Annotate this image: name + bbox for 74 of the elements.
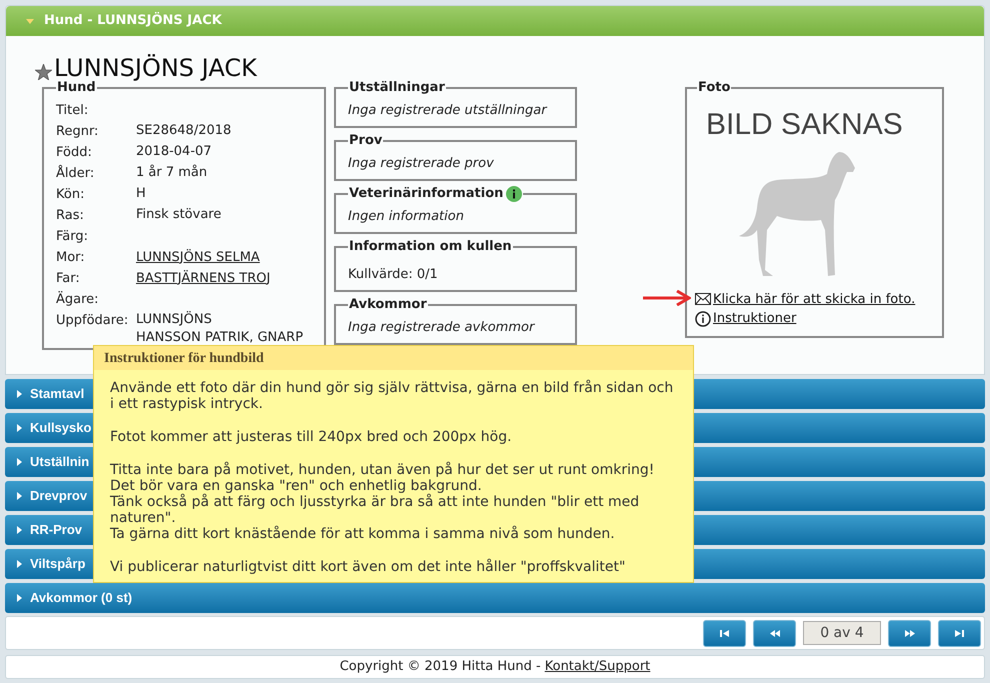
panel-text: Ingen information — [348, 208, 465, 226]
tooltip-text: Använde ett foto där din hund gör sig själv rättvisa, gärna en bild från sidan och i ett rastypisk intryck. — [110, 380, 674, 412]
caret-icon — [15, 492, 23, 500]
header-title: Hund - LUNNSJÖNS JACK — [44, 11, 222, 30]
tooltip-text: Fotot kommer att justeras till 240px bred och 200px hög. — [110, 429, 513, 445]
section-title: Drevprov — [30, 487, 88, 506]
panel-legend: Veterinärinformation — [349, 184, 504, 204]
info-icon[interactable] — [506, 186, 522, 202]
panel-legend: Avkommor — [349, 295, 427, 314]
section-title: Viltspårp — [30, 555, 86, 574]
send-photo-link[interactable]: Klicka här för att skicka in foto. — [713, 290, 916, 309]
field-label: Färg: — [56, 228, 89, 246]
section-title: RR-Prov — [30, 521, 82, 540]
last-page-icon — [955, 630, 964, 636]
field-label: Ägare: — [56, 290, 100, 308]
caret-icon — [15, 594, 23, 602]
field-value: LUNNSJÖNS — [136, 312, 213, 328]
panel-legend: Prov — [349, 131, 382, 150]
caret-icon — [15, 560, 23, 568]
next-page-icon — [904, 630, 914, 636]
section-title: Avkommor (0 st) — [30, 589, 132, 608]
missing-photo-text: BILD SAKNAS — [706, 108, 903, 142]
info-icon — [695, 310, 711, 327]
caret-icon — [15, 424, 23, 432]
field-label: Far: — [56, 270, 81, 288]
panel-legend: Information om kullen — [349, 237, 512, 256]
field-label: Regnr: — [56, 122, 100, 140]
copyright-text: Copyright © 2019 Hitta Hund - — [340, 658, 541, 676]
section-title: Kullsysko — [30, 419, 92, 438]
field-value: H — [136, 186, 146, 202]
caret-icon — [15, 526, 23, 534]
contact-link[interactable]: Kontakt/Support — [544, 657, 650, 677]
section-header[interactable]: Avkommor (0 st) — [5, 583, 985, 613]
field-label: Titel: — [56, 102, 90, 120]
section-title: Stamtavl — [30, 385, 84, 404]
panel-legend: Utställningar — [349, 78, 445, 98]
arrow-icon — [643, 290, 691, 306]
parent-link[interactable]: LUNNSJÖNS SELMA — [136, 246, 260, 268]
field-value: 1 år 7 mån — [136, 164, 208, 180]
pager-button[interactable] — [888, 620, 931, 646]
panel-text: Inga registrerade prov — [348, 154, 495, 172]
pager-button[interactable] — [703, 620, 746, 646]
star-icon[interactable] — [35, 64, 52, 80]
pager-button[interactable] — [753, 620, 796, 646]
previous-page-icon — [770, 630, 780, 636]
pager-button[interactable] — [938, 620, 981, 646]
field-value: 2018-04-07 — [136, 144, 212, 160]
field-value: HANSSON PATRIK, GNARP — [136, 330, 304, 346]
instructions-link[interactable]: Instruktioner — [713, 309, 796, 328]
field-label: Kön: — [56, 186, 86, 204]
tooltip-title: Instruktioner för hundbild — [104, 350, 264, 368]
field-value: SE28648/2018 — [136, 122, 232, 138]
field-label: Uppfödare: — [56, 312, 130, 330]
page-counter: 0 av 4 — [803, 621, 881, 645]
tooltip-text: Det bör vara en ganska "ren" och enhetlig bakgrund. — [110, 478, 483, 494]
tooltip-text: Titta inte bara på motivet, hunden, utan även på hur det ser ut runt omkring! — [110, 462, 656, 478]
panel-text: Inga registrerade utställningar — [348, 102, 548, 120]
caret-icon — [26, 17, 34, 25]
section-title: Utställnin — [30, 453, 90, 472]
field-label: Ålder: — [56, 164, 96, 182]
tooltip-text: Ta gärna ditt kort knästående för att komma i samma nivå som hunden. — [110, 526, 616, 542]
panel-text: Inga registrerade avkommor — [348, 318, 536, 336]
field-label: Ras: — [56, 206, 85, 224]
tooltip-text: Vi publicerar naturligtvist ditt kort även om det inte håller "proffskvalitet" — [110, 559, 626, 575]
field-label: Mor: — [56, 248, 86, 266]
parent-link[interactable]: BASTTJÄRNENS TROJ — [136, 268, 270, 288]
caret-icon — [15, 458, 23, 466]
field-value: Finsk stövare — [136, 206, 222, 222]
panel-legend: Foto — [697, 78, 732, 98]
panel-text: Kullvärde: 0/1 — [348, 266, 439, 284]
caret-icon — [15, 390, 23, 398]
field-label: Född: — [56, 144, 93, 162]
first-page-icon — [720, 630, 729, 636]
envelope-icon — [695, 293, 711, 306]
